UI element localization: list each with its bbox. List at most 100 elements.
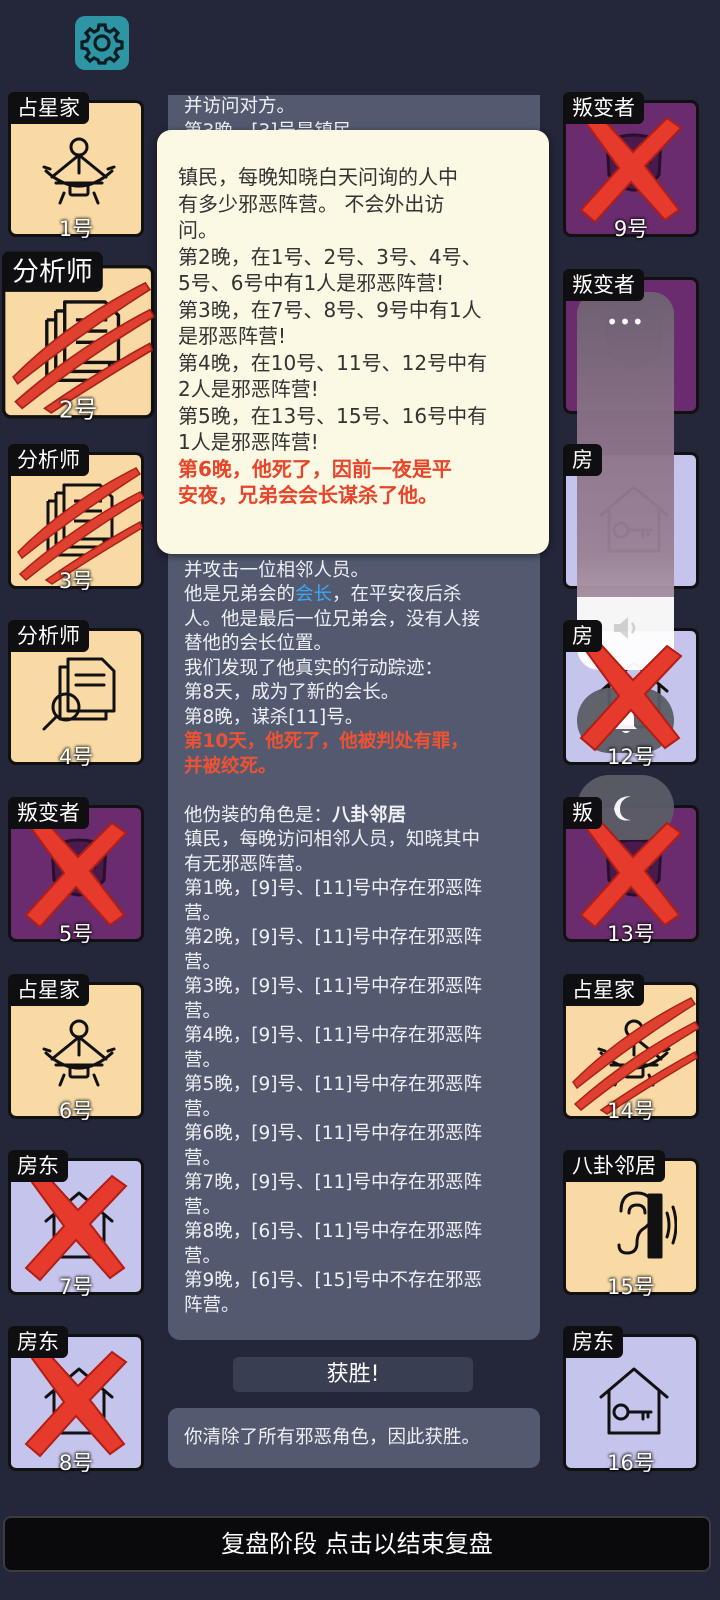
- player-number: 1号: [58, 217, 94, 241]
- mask-icon: [50, 838, 108, 897]
- log-line: 并访问对方。: [184, 96, 296, 117]
- role-label: 占星家: [8, 974, 89, 1006]
- log-line: 第7晚，[9]号、[11]号中存在邪恶阵: [184, 1172, 482, 1193]
- sextant-icon: [597, 1019, 671, 1087]
- role-label: 房东: [8, 1326, 68, 1358]
- player-number: 2号: [58, 396, 98, 423]
- role-label: 分析师: [2, 251, 103, 292]
- role-label: 叛: [563, 797, 602, 829]
- role-label: 叛变者: [563, 92, 644, 124]
- log-line: 营。: [184, 1196, 222, 1218]
- popup-line: 第5晚，在13号、15号、16号中有: [178, 403, 488, 428]
- popup-line: 5号、6号中有1人是邪恶阵营!: [178, 271, 445, 295]
- more-options-icon[interactable]: •••: [577, 310, 674, 334]
- log-line: 有无邪恶阵营。: [184, 853, 314, 875]
- player-card-3[interactable]: 分析师 3号: [8, 444, 144, 593]
- log-line: 第8天，成为了新的会长。: [184, 682, 400, 703]
- documents-icon: [45, 300, 121, 383]
- player-card-2[interactable]: 分析师 2号: [2, 251, 155, 423]
- popup-text: 镇民，每晚知晓白天问询的人中 有多少邪恶阵营。 不会外出访 问。 第2晚，在1号…: [178, 164, 528, 509]
- role-label: 八卦邻居: [563, 1150, 665, 1182]
- log-line: 营。: [184, 902, 222, 924]
- end-review-button[interactable]: 复盘阶段 点击以结束复盘: [3, 1516, 711, 1572]
- log-line: 营。: [184, 1000, 222, 1022]
- ear-icon: [617, 1191, 677, 1259]
- sextant-icon: [42, 1019, 116, 1087]
- log-line: 第4晚，[9]号、[11]号中存在邪恶阵: [184, 1025, 482, 1046]
- victory-header: 获胜!: [233, 1357, 473, 1392]
- player-number: 7号: [58, 1275, 94, 1299]
- documents-icon: [46, 483, 114, 557]
- log-text: ，在平安夜后杀: [332, 584, 462, 605]
- popup-line: 第3晚，在7号、8号、9号中有1人: [178, 297, 482, 322]
- house-key-icon: [44, 1191, 114, 1259]
- popup-line: 第2晚，在1号、2号、3号、4号、: [178, 244, 482, 269]
- player-number: 16号: [607, 1451, 655, 1475]
- volume-slider[interactable]: •••: [577, 292, 674, 670]
- player-number: 6号: [58, 1099, 94, 1123]
- popup-line: 有多少邪恶阵营。 不会外出访: [178, 191, 445, 216]
- player-card-7[interactable]: 房东 7号: [8, 1150, 144, 1299]
- log-line: 第9晚，[6]号、[15]号中不存在邪恶: [184, 1270, 482, 1291]
- log-line: 营。: [184, 1245, 222, 1267]
- player-number: 12号: [607, 745, 655, 769]
- log-line: 并攻击一位相邻人员。: [184, 559, 370, 581]
- log-line: 第2晚，[9]号、[11]号中存在邪恶阵: [184, 927, 482, 948]
- log-line: 第8晚，谋杀[11]号。: [184, 706, 364, 728]
- log-line: 营。: [184, 1147, 222, 1169]
- player-number: 15号: [607, 1275, 655, 1299]
- role-label: 叛变者: [8, 797, 89, 829]
- player-number: 3号: [58, 569, 94, 593]
- log-text: 他是兄弟会的: [184, 584, 296, 605]
- settings-button[interactable]: [75, 16, 129, 70]
- log-line: 替他的会长位置。: [184, 633, 333, 654]
- victory-message: 你清除了所有邪恶角色，因此获胜。: [168, 1408, 540, 1468]
- player-number: 8号: [58, 1451, 94, 1475]
- speaker-icon: [614, 617, 636, 639]
- leader-link[interactable]: 会长: [295, 584, 332, 605]
- role-label: 叛变者: [563, 269, 644, 301]
- log-line: 我们发现了他真实的行动踪迹：: [184, 657, 444, 679]
- player-number: 13号: [607, 922, 655, 946]
- log-line: 阵营。: [184, 1294, 240, 1316]
- log-line: 营。: [184, 951, 222, 973]
- player-card-9[interactable]: 叛变者 9号: [563, 92, 699, 241]
- log-line: 第3晚，[9]号、[11]号中存在邪恶阵: [184, 976, 482, 997]
- role-label: 房: [563, 620, 602, 652]
- player-card-15[interactable]: 八卦邻居 15号: [563, 1150, 699, 1299]
- role-label: 房: [563, 444, 602, 476]
- player-card-16[interactable]: 房东 16号: [563, 1326, 699, 1475]
- popup-line: 镇民，每晚知晓白天问询的人中: [178, 165, 458, 189]
- player-number: 9号: [613, 217, 649, 241]
- log-line: 第1晚，[9]号、[11]号中存在邪恶阵: [184, 878, 482, 899]
- role-info-popup[interactable]: 镇民，每晚知晓白天问询的人中 有多少邪恶阵营。 不会外出访 问。 第2晚，在1号…: [157, 130, 549, 554]
- role-label: 分析师: [8, 444, 89, 476]
- popup-line: 问。: [178, 218, 218, 242]
- role-label: 房东: [8, 1150, 68, 1182]
- popup-line: 第4晚，在10号、11号、12号中有: [178, 350, 488, 375]
- death-line: 第10天，他死了，他被判处有罪，: [184, 731, 469, 752]
- log-line: 第6晚，[9]号、[11]号中存在邪恶阵: [184, 1123, 482, 1144]
- bell-icon: [614, 708, 637, 733]
- role-label: 占星家: [563, 974, 644, 1006]
- mask-icon: [605, 133, 663, 192]
- log-line: 营。: [184, 1049, 222, 1071]
- player-card-5[interactable]: 叛变者 5号: [8, 797, 144, 946]
- log-line: 第5晚，[9]号、[11]号中存在邪恶阵: [184, 1074, 482, 1095]
- player-card-4[interactable]: 分析师 4号: [8, 620, 144, 769]
- log-line: 他伪装的角色是：八卦邻居: [184, 804, 529, 829]
- player-card-8[interactable]: 房东 8号: [8, 1326, 144, 1475]
- player-number: 5号: [58, 922, 94, 946]
- player-card-1[interactable]: 占星家 1号: [8, 92, 144, 241]
- log-text: 他伪装的角色是：: [184, 804, 333, 826]
- log-line: 镇民，每晚访问相邻人员，知晓其中: [184, 829, 481, 850]
- player-card-14[interactable]: 占星家 14号: [563, 974, 699, 1123]
- player-card-6[interactable]: 占星家 6号: [8, 974, 144, 1123]
- role-label: 房东: [563, 1326, 623, 1358]
- log-line: 他是兄弟会的会长，在平安夜后杀: [184, 583, 529, 608]
- moon-icon: [613, 795, 631, 821]
- role-label: 分析师: [8, 620, 89, 652]
- house-key-icon: [599, 1367, 669, 1435]
- log-line: 第8晚，[6]号、[11]号中存在邪恶阵: [184, 1221, 482, 1242]
- gear-icon: [80, 23, 124, 65]
